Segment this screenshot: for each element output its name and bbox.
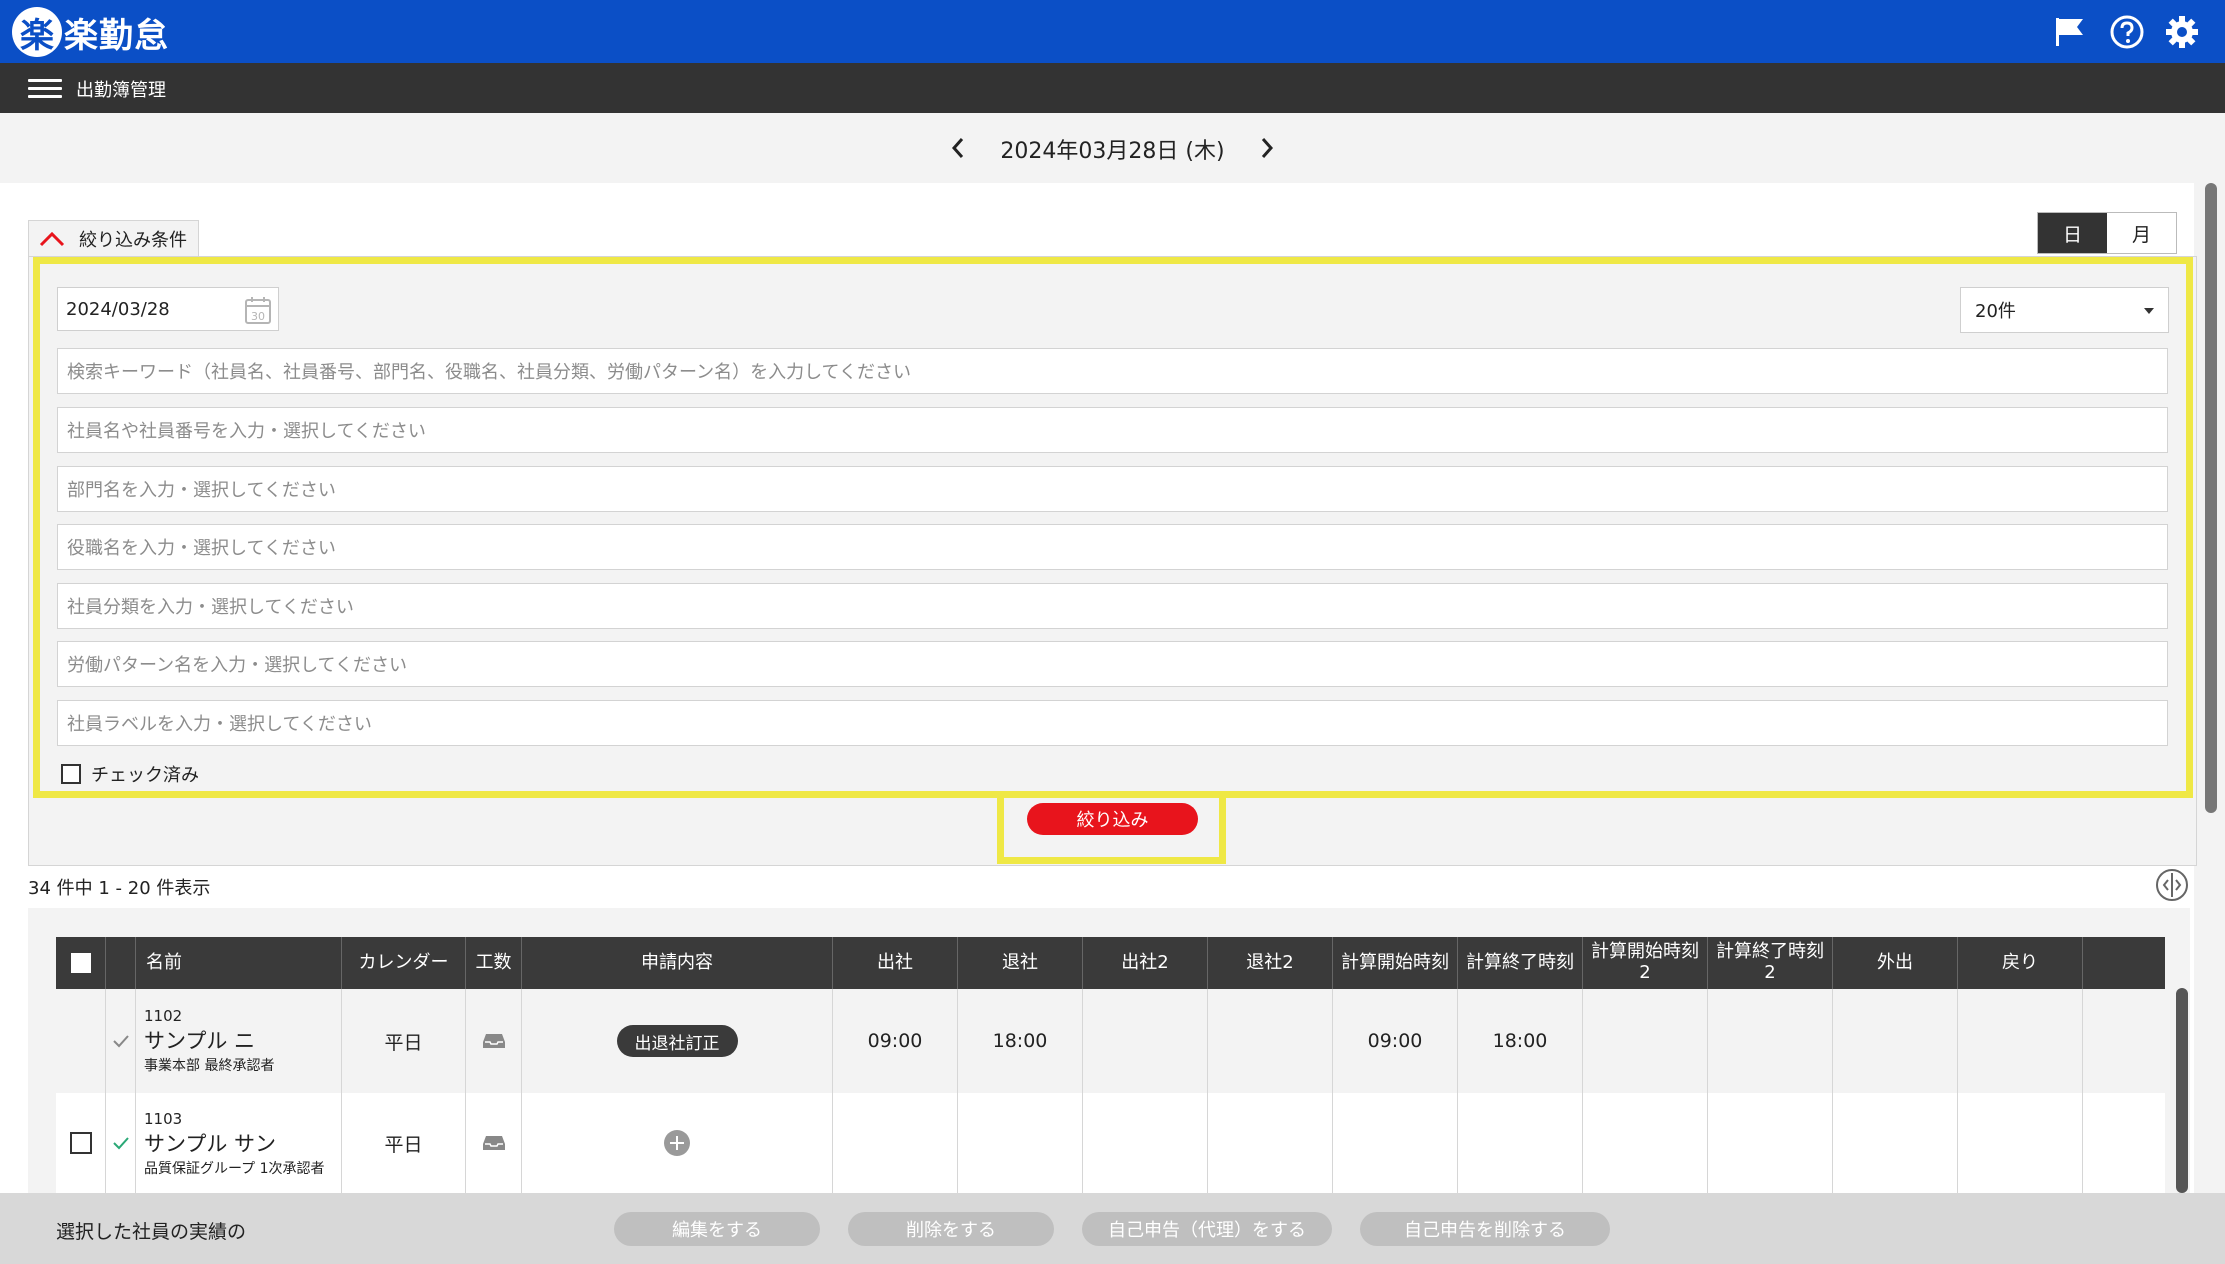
calc-end2-cell <box>1708 989 1833 1093</box>
request-cell: 出退社訂正 <box>522 989 833 1093</box>
calc-start2-cell <box>1583 989 1708 1093</box>
filter-tab-label: 絞り込み条件 <box>79 229 187 251</box>
work-cell <box>466 1093 522 1193</box>
sub-bar: 出勤簿管理 <box>0 63 2225 113</box>
gear-icon[interactable] <box>2162 12 2202 52</box>
top-bar: 楽 楽勤怠 <box>0 0 2225 63</box>
work-column-header[interactable]: 工数 <box>466 937 522 989</box>
logo-text: 楽勤怠 <box>64 15 169 56</box>
out-column-header[interactable]: 外出 <box>1833 937 1958 989</box>
name-column-header[interactable]: 名前 <box>136 937 342 989</box>
row-check-cell <box>106 989 136 1093</box>
inbox-icon[interactable] <box>482 1134 506 1152</box>
logo-mark: 楽 <box>12 7 62 57</box>
clock-out-cell: 18:00 <box>958 989 1083 1093</box>
row-check-cell <box>106 1093 136 1193</box>
clock-in2-cell <box>1083 1093 1208 1193</box>
employee-name[interactable]: サンプル ニ <box>144 1025 255 1055</box>
select-all-checkbox[interactable] <box>70 953 91 973</box>
calc-start-column-header[interactable]: 計算開始時刻 <box>1333 937 1458 989</box>
chevron-up-icon <box>39 231 65 246</box>
row-checkbox[interactable] <box>69 1132 92 1154</box>
app-root: 楽 楽勤怠 出勤簿管理 2024年03月28日 (木) 日 月 絞り込み条件 2… <box>0 0 2225 1264</box>
back-cell <box>1958 1093 2083 1193</box>
clock-out-cell <box>958 1093 1083 1193</box>
check-icon <box>112 1035 129 1048</box>
flag-icon[interactable] <box>2050 12 2090 52</box>
check-icon <box>112 1137 129 1150</box>
work-cell <box>466 989 522 1093</box>
table-scrollbar[interactable] <box>2176 988 2188 1193</box>
out-cell <box>1833 1093 1958 1193</box>
month-view-button[interactable]: 月 <box>2107 213 2176 253</box>
calc-start2-cell <box>1583 1093 1708 1193</box>
calc-end-cell: 18:00 <box>1458 989 1583 1093</box>
employee-department: 事業本部 最終承認者 <box>144 1058 275 1074</box>
table-header: 名前 カレンダー 工数 申請内容 出社 退社 出社2 退社2 計算開始時刻 計算… <box>56 937 2165 989</box>
row-select-cell <box>56 1093 106 1193</box>
clock-out2-column-header[interactable]: 退社2 <box>1208 937 1333 989</box>
page-title: 出勤簿管理 <box>76 80 166 101</box>
date-navigation: 2024年03月28日 (木) <box>0 113 2225 183</box>
self-report-proxy-button[interactable]: 自己申告（代理）をする <box>1082 1212 1332 1246</box>
clock-out2-cell <box>1208 989 1333 1093</box>
app-logo[interactable]: 楽 楽勤怠 <box>12 4 169 60</box>
column-toggle-icon[interactable] <box>2155 868 2189 902</box>
bottom-action-label: 選択した社員の実績の <box>56 1221 247 1243</box>
calendar-column-header[interactable]: カレンダー <box>342 937 466 989</box>
edit-button[interactable]: 編集をする <box>614 1212 820 1246</box>
request-badge[interactable]: 出退社訂正 <box>616 1025 738 1057</box>
calc-end-column-header[interactable]: 計算終了時刻 <box>1458 937 1583 989</box>
calendar-cell: 平日 <box>342 989 466 1093</box>
help-icon[interactable] <box>2107 12 2147 52</box>
row-select-cell <box>56 989 106 1093</box>
previous-date-button[interactable] <box>941 131 975 165</box>
next-date-button[interactable] <box>1250 131 1284 165</box>
clock-in-cell <box>833 1093 958 1193</box>
table-row[interactable]: 1103 サンプル サン 品質保証グループ 1次承認者 平日 <box>56 1093 2165 1193</box>
menu-icon[interactable] <box>28 79 62 99</box>
employee-number: 1102 <box>144 1007 183 1025</box>
table-row[interactable]: 1102 サンプル ニ 事業本部 最終承認者 平日 出退社訂正 09:00 18… <box>56 989 2165 1093</box>
calc-end2-column-header[interactable]: 計算終了時刻 2 <box>1708 937 1833 989</box>
calc-end-cell <box>1458 1093 1583 1193</box>
select-all-cell <box>56 937 106 989</box>
calc-start2-column-header[interactable]: 計算開始時刻 2 <box>1583 937 1708 989</box>
filter-highlight <box>33 257 2193 798</box>
clock-out2-cell <box>1208 1093 1333 1193</box>
employee-number: 1103 <box>144 1110 183 1128</box>
calc-end2-cell <box>1708 1093 1833 1193</box>
add-request-icon[interactable] <box>664 1130 690 1156</box>
request-cell <box>522 1093 833 1193</box>
request-column-header[interactable]: 申請内容 <box>522 937 833 989</box>
filter-submit-button[interactable]: 絞り込み <box>1027 803 1198 835</box>
delete-button[interactable]: 削除をする <box>848 1212 1054 1246</box>
clock-out-column-header[interactable]: 退社 <box>958 937 1083 989</box>
clock-in2-column-header[interactable]: 出社2 <box>1083 937 1208 989</box>
result-count: 34 件中 1 - 20 件表示 <box>28 878 211 899</box>
current-date: 2024年03月28日 (木) <box>1000 139 1225 164</box>
back-column-header[interactable]: 戻り <box>1958 937 2083 989</box>
check-column-header <box>106 937 136 989</box>
calc-start-cell <box>1333 1093 1458 1193</box>
clock-in-cell: 09:00 <box>833 989 958 1093</box>
view-toggle: 日 月 <box>2037 212 2177 254</box>
filter-toggle-tab[interactable]: 絞り込み条件 <box>28 220 199 256</box>
calendar-cell: 平日 <box>342 1093 466 1193</box>
clock-in-column-header[interactable]: 出社 <box>833 937 958 989</box>
out-cell <box>1833 989 1958 1093</box>
employee-department: 品質保証グループ 1次承認者 <box>144 1161 325 1177</box>
calc-start-cell: 09:00 <box>1333 989 1458 1093</box>
inbox-icon[interactable] <box>482 1032 506 1050</box>
bottom-action-bar: 選択した社員の実績の 編集をする 削除をする 自己申告（代理）をする 自己申告を… <box>0 1193 2225 1264</box>
clock-in2-cell <box>1083 989 1208 1093</box>
day-view-button[interactable]: 日 <box>2038 213 2107 253</box>
page-scrollbar[interactable] <box>2205 183 2217 813</box>
back-cell <box>1958 989 2083 1093</box>
employee-name[interactable]: サンプル サン <box>144 1128 276 1158</box>
self-report-delete-button[interactable]: 自己申告を削除する <box>1360 1212 1610 1246</box>
